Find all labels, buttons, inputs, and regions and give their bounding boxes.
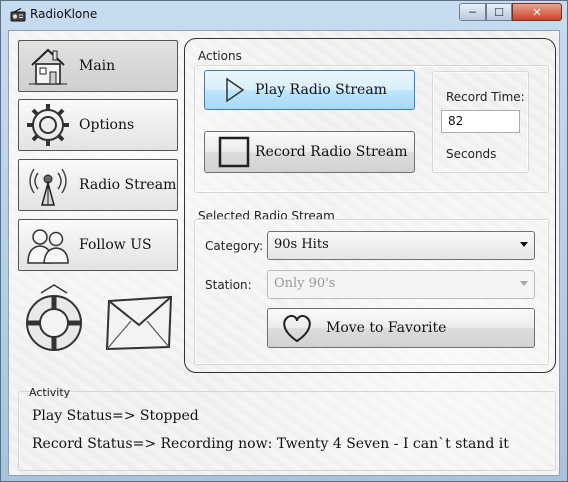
seconds-label: Seconds xyxy=(446,147,497,161)
nav-main-label: Main xyxy=(79,58,116,74)
play-status-text: Play Status=> Stopped xyxy=(32,408,199,424)
activity-title: Activity xyxy=(29,386,71,399)
play-radio-stream-button[interactable]: Play Radio Stream xyxy=(204,70,415,110)
nav-options-label: Options xyxy=(79,117,135,133)
radio-icon xyxy=(10,8,26,22)
record-status-text: Record Status=> Recording now: Twenty 4 … xyxy=(32,436,509,452)
minimize-icon: ─ xyxy=(469,5,476,19)
chevron-down-icon xyxy=(520,242,528,247)
close-icon: ✕ xyxy=(532,5,542,19)
main-content: Main Options Radio Stream Follow US Acti… xyxy=(8,30,560,476)
window-title: RadioKlone xyxy=(30,7,98,21)
app-window: RadioKlone ─ ☐ ✕ Main Options Radio Stre… xyxy=(0,0,568,482)
maximize-button[interactable]: ☐ xyxy=(486,3,512,21)
house-icon xyxy=(19,42,77,90)
move-to-favorite-label: Move to Favorite xyxy=(326,320,447,336)
nav-radio-stream-button[interactable]: Radio Stream xyxy=(18,159,178,211)
maximize-icon: ☐ xyxy=(494,5,504,19)
close-button[interactable]: ✕ xyxy=(512,3,562,21)
title-bar[interactable]: RadioKlone ─ ☐ ✕ xyxy=(1,1,567,29)
record-time-label: Record Time: xyxy=(446,90,525,104)
minimize-button[interactable]: ─ xyxy=(459,3,486,21)
play-radio-stream-label: Play Radio Stream xyxy=(255,82,387,98)
nav-follow-us-label: Follow US xyxy=(79,237,152,253)
envelope-icon xyxy=(105,295,173,351)
play-icon xyxy=(226,77,245,103)
station-label: Station: xyxy=(205,278,252,292)
gear-icon xyxy=(19,101,77,149)
record-radio-stream-label: Record Radio Stream xyxy=(255,144,408,160)
lifebuoy-icon xyxy=(26,284,82,351)
category-select[interactable]: 90s Hits xyxy=(267,231,535,260)
record-icon xyxy=(218,136,250,168)
main-panel: Actions Play Radio Stream Record Radio S… xyxy=(184,38,556,373)
category-value: 90s Hits xyxy=(274,237,329,252)
station-value: Only 90's xyxy=(274,276,336,291)
station-select[interactable]: Only 90's xyxy=(267,270,535,299)
category-label: Category: xyxy=(205,239,263,253)
move-to-favorite-button[interactable]: Move to Favorite xyxy=(267,308,535,348)
activity-group: Play Status=> Stopped Record Status=> Re… xyxy=(18,391,556,471)
heart-icon xyxy=(283,314,311,343)
chevron-down-icon xyxy=(520,281,528,286)
nav-main-button[interactable]: Main xyxy=(18,40,178,92)
record-time-input[interactable]: 82 xyxy=(441,110,520,133)
actions-group-title: Actions xyxy=(198,49,242,63)
people-icon xyxy=(19,221,77,269)
nav-follow-us-button[interactable]: Follow US xyxy=(18,219,178,271)
record-radio-stream-button[interactable]: Record Radio Stream xyxy=(204,131,415,173)
antenna-icon xyxy=(19,161,77,209)
nav-radio-stream-label: Radio Stream xyxy=(79,177,177,193)
nav-options-button[interactable]: Options xyxy=(18,99,178,151)
